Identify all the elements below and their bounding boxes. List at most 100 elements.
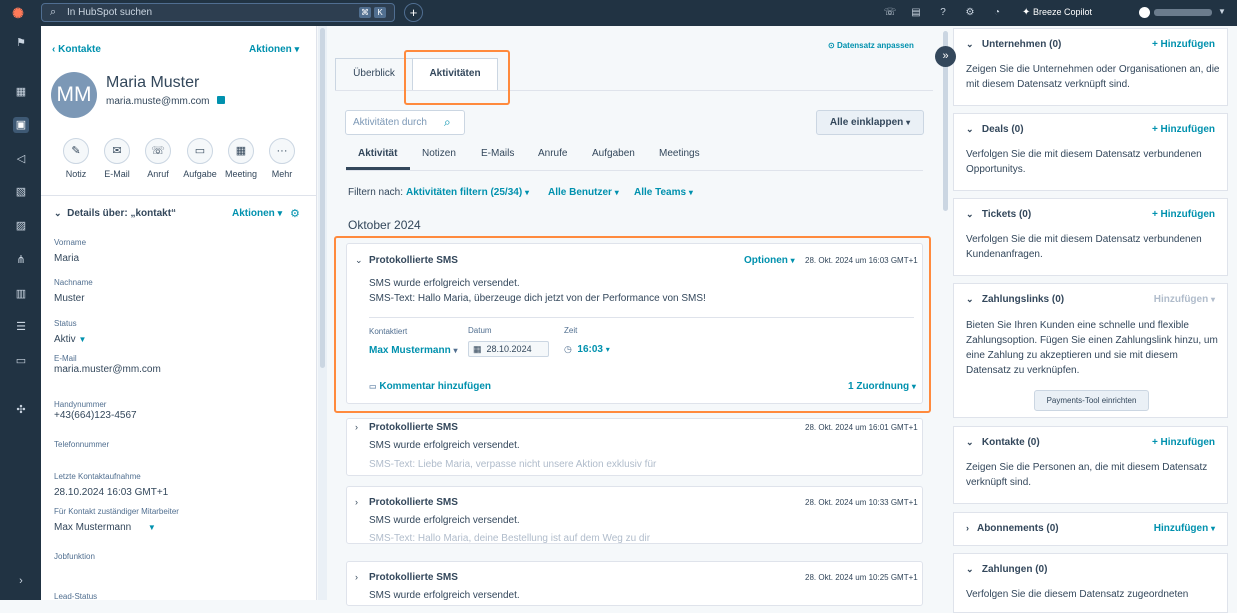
center-scrollbar[interactable] [940,26,951,600]
scrollbar-thumb[interactable] [320,28,325,368]
add-ticket-button[interactable]: + Hinzufügen [1152,209,1215,220]
activity-card-expanded[interactable]: ⌄ Protokollierte SMS Optionen ▾ 28. Okt.… [346,243,923,404]
field-owner[interactable]: Für Kontakt zuständiger Mitarbeiter Max M… [54,507,179,533]
collapse-all-button[interactable]: Alle einklappen ▾ [816,110,924,135]
app-marketplace-icon[interactable]: ✣ [13,402,29,418]
settings-gear-icon[interactable]: ⚙ [963,6,977,20]
subtab-notes[interactable]: Notizen [422,148,456,159]
copy-icon[interactable] [217,96,225,104]
expand-panel-double-chevron-icon[interactable]: » [935,46,956,67]
more-action[interactable]: ··· Mehr [262,138,302,179]
meeting-action[interactable]: ▦ Meeting [221,138,261,179]
breeze-copilot-button[interactable]: Breeze Copilot [1033,7,1092,17]
expand-chevron-right-icon[interactable]: › [355,497,358,507]
activity-title[interactable]: Protokollierte SMS [369,497,458,508]
contact-name[interactable]: Maria Muster [106,74,199,92]
tab-overview[interactable]: Überblick [335,58,413,91]
marketplace-icon[interactable]: ▤ [909,6,923,20]
call-action[interactable]: ☏ Anruf [138,138,178,179]
notifications-bell-icon[interactable]: ◔ [990,6,1004,20]
owner-dropdown-caret-icon[interactable]: ▼ [148,523,156,532]
field-lastname[interactable]: Nachname Muster [54,278,93,304]
field-phone[interactable]: Telefonnummer [54,440,109,455]
field-job-function[interactable]: Jobfunktion [54,552,95,567]
contacted-dropdown[interactable]: Max Mustermann ▾ [369,345,457,356]
field-last-contacted[interactable]: Letzte Kontaktaufnahme 28.10.2024 16:03 G… [54,472,168,498]
add-payment-link-button-disabled[interactable]: Hinzufügen ▾ [1154,294,1215,305]
left-scrollbar[interactable] [318,26,327,600]
create-plus-button[interactable]: + [404,3,423,22]
activity-card[interactable]: › Protokollierte SMS 28. Okt. 2024 um 10… [346,561,923,606]
associations-dropdown[interactable]: 1 Zuordnung ▾ [848,381,916,392]
filter-activities-dropdown[interactable]: Aktivitäten filtern (25/34) ▾ [406,187,529,198]
activity-card[interactable]: › Protokollierte SMS 28. Okt. 2024 um 16… [346,418,923,476]
email-action[interactable]: ✉ E-Mail [97,138,137,179]
companies-toggle[interactable]: ⌄ Unternehmen (0) [966,39,1061,50]
details-section-toggle[interactable]: ⌄ Details über: „kontakt“ [54,208,176,219]
subtab-activity[interactable]: Aktivität [358,148,397,159]
expand-chevron-right-icon[interactable]: › [355,422,358,432]
commerce-icon[interactable]: ▨ [13,218,29,234]
options-dropdown[interactable]: Optionen ▾ [744,255,795,266]
data-management-icon[interactable]: ☰ [13,319,29,335]
subtab-calls[interactable]: Anrufe [538,148,567,159]
activity-title[interactable]: Protokollierte SMS [369,422,458,433]
bookmarks-icon[interactable]: ⚑ [13,35,29,51]
user-avatar[interactable] [1139,7,1150,18]
add-deal-button[interactable]: + Hinzufügen [1152,124,1215,135]
field-email[interactable]: E-Mail maria.muster@mm.com [54,354,161,375]
payments-toggle[interactable]: ⌄ Zahlungen (0) [966,564,1047,575]
field-mobile[interactable]: Handynummer +43(664)123-4567 [54,400,137,421]
add-company-button[interactable]: + Hinzufügen [1152,39,1215,50]
marketing-megaphone-icon[interactable]: ◁ [13,151,29,167]
activity-card[interactable]: › Protokollierte SMS 28. Okt. 2024 um 10… [346,486,923,544]
tab-activities[interactable]: Aktivitäten [412,58,498,91]
subtab-meetings[interactable]: Meetings [659,148,700,159]
details-settings-gear-icon[interactable]: ⚙ [290,207,300,220]
tickets-toggle[interactable]: ⌄ Tickets (0) [966,209,1031,220]
date-input[interactable]: ▦ 28.10.2024 [468,341,549,357]
crm-contacts-icon[interactable]: ▣ [13,117,29,133]
field-status[interactable]: Status Aktiv ▼ [54,319,86,345]
details-actions-dropdown[interactable]: Aktionen ▾ [232,208,282,219]
expand-nav-icon[interactable]: › [13,573,29,589]
contacts-toggle[interactable]: ⌄ Kontakte (0) [966,437,1040,448]
subtab-emails[interactable]: E-Mails [481,148,514,159]
subtab-tasks[interactable]: Aufgaben [592,148,635,159]
back-to-contacts-link[interactable]: ‹ Kontakte [52,44,101,55]
activity-title[interactable]: Protokollierte SMS [369,572,458,583]
automation-icon[interactable]: ⋔ [13,252,29,268]
hubspot-logo-icon[interactable]: ✺ [10,5,26,21]
reporting-chart-icon[interactable]: ▥ [13,286,29,302]
subscriptions-toggle[interactable]: › Abonnements (0) [966,523,1059,534]
setup-payments-button[interactable]: Payments-Tool einrichten [1034,390,1149,411]
activity-title[interactable]: Protokollierte SMS [369,255,458,266]
global-search-input[interactable]: ⌕ In HubSpot suchen ⌘ K [41,3,395,22]
add-subscription-dropdown[interactable]: Hinzufügen ▾ [1154,523,1215,534]
status-dropdown-caret-icon[interactable]: ▼ [78,335,86,344]
library-folder-icon[interactable]: ▭ [13,353,29,369]
content-icon[interactable]: ▧ [13,184,29,200]
user-name-blurred[interactable] [1154,9,1212,16]
add-contact-button[interactable]: + Hinzufügen [1152,437,1215,448]
customize-record-link[interactable]: ⊙ Datensatz anpassen [828,41,914,50]
deals-toggle[interactable]: ⌄ Deals (0) [966,124,1024,135]
collapse-chevron-down-icon[interactable]: ⌄ [355,255,363,266]
expand-chevron-right-icon[interactable]: › [355,572,358,582]
workspaces-icon[interactable]: ▦ [13,84,29,100]
contact-actions-dropdown[interactable]: Aktionen ▾ [249,44,299,55]
account-chevron-down-icon[interactable]: ▼ [1218,7,1226,16]
task-action[interactable]: ▭ Aufgabe [180,138,220,179]
search-icon[interactable]: ⌕ [444,115,451,130]
note-action[interactable]: ✎ Notiz [56,138,96,179]
activity-search-input[interactable]: Aktivitäten durch ⌕ [345,110,465,135]
payment-links-toggle[interactable]: ⌄ Zahlungslinks (0) [966,294,1064,305]
filter-teams-dropdown[interactable]: Alle Teams ▾ [634,187,693,198]
filter-users-dropdown[interactable]: Alle Benutzer ▾ [548,187,619,198]
help-icon[interactable]: ? [936,6,950,20]
phone-icon[interactable]: ☏ [883,6,897,20]
field-firstname[interactable]: Vorname Maria [54,238,86,264]
add-comment-button[interactable]: ▭ Kommentar hinzufügen [369,381,491,392]
field-lead-status[interactable]: Lead-Status [54,592,97,600]
time-dropdown[interactable]: ◷ 16:03 ▾ [564,344,610,355]
